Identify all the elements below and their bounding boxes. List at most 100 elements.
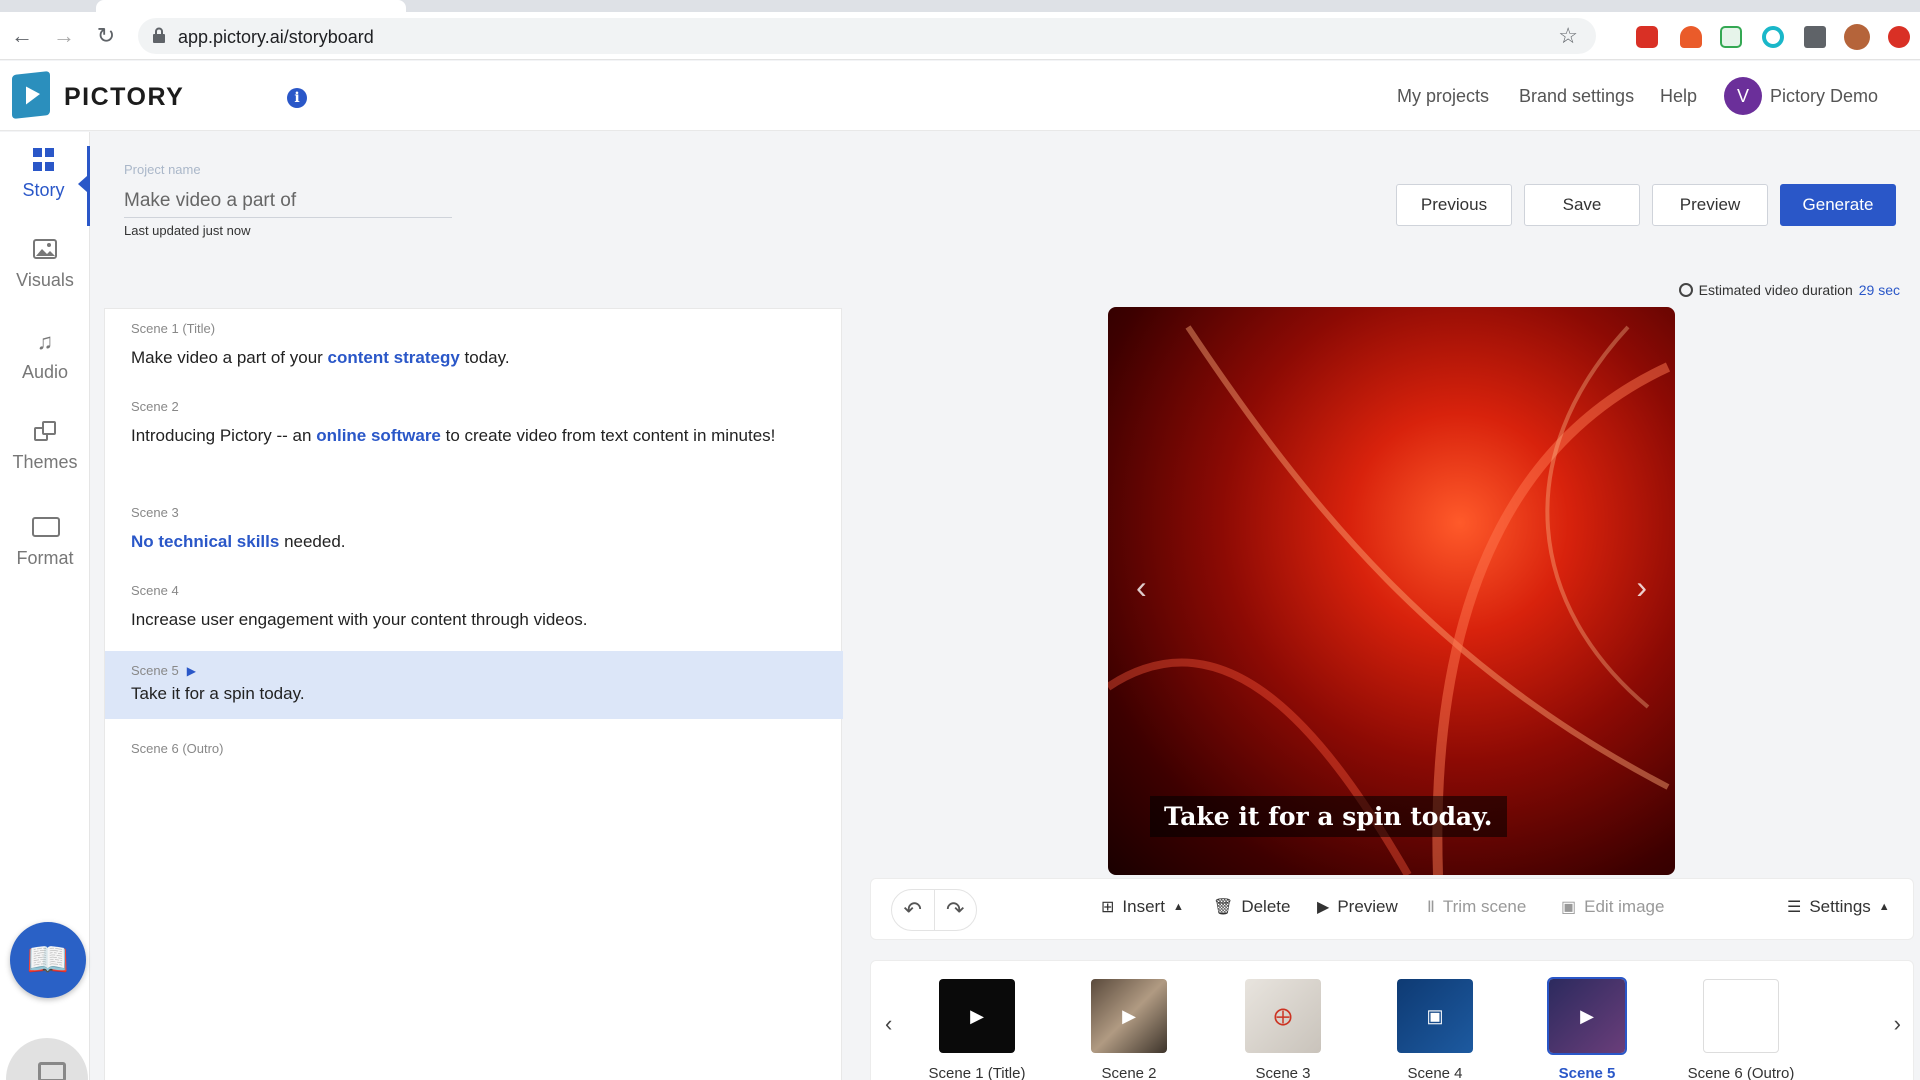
lock-icon [153,27,165,43]
help-link[interactable]: Help [1660,86,1697,107]
scene-thumbnail[interactable]: ⨁ [1245,979,1321,1053]
edit-image-label: Edit image [1584,897,1665,916]
scene-label: Scene 5 ▶ [131,663,817,678]
scene-3-block[interactable]: Scene 3 No technical skills needed. [105,493,843,568]
address-bar[interactable]: app.pictory.ai/storyboard ☆ [138,18,1596,54]
scene-label: Scene 3 [131,505,179,520]
sliders-icon: ☰ [1787,899,1802,916]
info-icon[interactable]: i [287,88,307,108]
extension-icon[interactable] [1636,26,1658,48]
insert-label: Insert [1122,897,1165,916]
scene-text[interactable]: Make video a part of your content strate… [131,344,817,372]
sidebar-item-story[interactable]: Story [0,146,90,226]
script-panel: Scene 1 (Title) Make video a part of you… [104,308,843,1080]
sidebar-item-format[interactable]: Format [0,516,90,596]
scene-text[interactable]: No technical skills needed. [131,528,817,556]
sidebar-item-label: Format [16,548,74,568]
reload-icon[interactable]: ↻ [92,22,120,50]
caret-up-icon: ▲ [1878,901,1890,913]
thumbnail-label: Scene 4 [1407,1065,1463,1080]
play-icon: ▶ [1122,1005,1136,1026]
scene-text-part: today. [459,348,510,367]
video-preview[interactable]: ‹ › Take it for a spin today. [1108,307,1675,875]
user-name[interactable]: Pictory Demo [1770,86,1878,107]
browser-toolbar: ← → ↻ app.pictory.ai/storyboard ☆ [0,12,1920,60]
project-name-field[interactable]: Make video a part of [124,190,452,218]
generate-button[interactable]: Generate [1780,184,1896,226]
delete-button[interactable]: 🗑 Delete [1213,897,1290,917]
edit-image-button[interactable]: ▣ Edit image [1561,897,1664,917]
trash-icon: 🗑 [1213,899,1234,916]
scene-text[interactable]: Take it for a spin today. [131,680,817,708]
sidebar-item-label: Audio [21,362,69,382]
sidebar-item-themes[interactable]: Themes [0,420,90,500]
profile-avatar[interactable] [1844,24,1870,50]
scene-5-block[interactable]: Scene 5 ▶ Take it for a spin today. [105,651,843,719]
timeline-prev-icon[interactable]: ‹ [885,1011,892,1037]
extension-icon[interactable] [1888,26,1910,48]
scene-thumbnail[interactable]: ▶ [939,979,1015,1053]
pictory-logo[interactable] [12,71,50,119]
extension-icon[interactable] [1720,26,1742,48]
scene-text[interactable]: Introducing Pictory -- an online softwar… [131,422,817,450]
scene-2-block[interactable]: Scene 2 Introducing Pictory -- an online… [105,387,843,462]
thumbnail-label: Scene 2 [1101,1065,1157,1080]
trim-scene-button[interactable]: Ⅱ Trim scene [1427,897,1526,917]
browser-tab[interactable] [96,0,406,12]
puzzle-icon[interactable] [1804,26,1826,48]
next-scene-arrow-icon[interactable]: › [1636,569,1647,606]
video-help-icon[interactable] [6,1038,88,1080]
format-icon [32,516,60,540]
save-button[interactable]: Save [1524,184,1640,226]
sidebar-item-visuals[interactable]: Visuals [0,238,90,318]
scene-thumbnail[interactable]: ▶ [1091,979,1167,1053]
redo-icon[interactable]: ↷ [935,890,977,930]
scene-6-block[interactable]: Scene 6 (Outro) [105,729,843,768]
bookmark-star-icon[interactable]: ☆ [1558,23,1578,49]
play-icon: ▶ [970,1005,984,1026]
back-icon[interactable]: ← [8,22,36,50]
keyword-highlight[interactable]: online software [316,426,441,445]
scene-thumbnail[interactable]: ▣ [1397,979,1473,1053]
delete-label: Delete [1241,897,1291,916]
scene-preview-button[interactable]: ▶ Preview [1317,897,1398,917]
scene-text-part: needed. [279,532,346,551]
edit-image-icon: ▣ [1561,899,1577,916]
extension-icon[interactable] [1762,26,1784,48]
scene-preview-label: Preview [1337,897,1398,916]
scene-thumbnail[interactable]: ▶ [1547,977,1627,1055]
plus-box-icon: ⊞ [1101,899,1115,916]
previous-button[interactable]: Previous [1396,184,1512,226]
brand-settings-link[interactable]: Brand settings [1519,86,1634,107]
themes-icon [32,420,58,444]
keyword-highlight[interactable]: content strategy [328,348,460,367]
scene-4-block[interactable]: Scene 4 Increase user engagement with yo… [105,571,843,646]
tutorial-book-icon[interactable]: 📖 [10,922,86,998]
forward-icon[interactable]: → [50,22,78,50]
screen-icon: ▣ [1426,1005,1444,1026]
sidebar-item-label: Visuals [16,270,74,290]
extension-icon[interactable] [1680,26,1702,48]
scene-text[interactable]: Increase user engagement with your conte… [131,606,817,634]
prev-scene-arrow-icon[interactable]: ‹ [1136,569,1147,606]
thumbnail-label: Scene 5 [1558,1065,1616,1080]
sidebar-item-audio[interactable]: ♫ Audio [0,330,90,410]
user-avatar[interactable]: V [1724,77,1762,115]
timeline-next-icon[interactable]: › [1894,1011,1901,1037]
scene-label: Scene 1 (Title) [131,321,216,336]
keyword-highlight[interactable]: No technical skills [131,532,279,551]
scene-label: Scene 4 [131,583,179,598]
scene-timeline: ‹ › ▶ Scene 1 (Title) ▶ Scene 2 ⨁ Scene … [870,960,1914,1080]
my-projects-link[interactable]: My projects [1397,86,1489,107]
play-icon[interactable]: ▶ [187,664,196,678]
scene-thumbnail[interactable] [1703,979,1779,1053]
scene-text-part: Make video a part of your [131,348,328,367]
scene-action-bar: ↶ ↷ ⊞ Insert ▲ 🗑 Delete ▶ Preview Ⅱ Trim scen… [870,878,1914,940]
grid-icon [33,148,54,172]
undo-icon[interactable]: ↶ [892,890,935,930]
scene-1-block[interactable]: Scene 1 (Title) Make video a part of you… [105,309,843,384]
insert-button[interactable]: ⊞ Insert ▲ [1101,897,1184,917]
preview-button[interactable]: Preview [1652,184,1768,226]
brand-name: PICTORY [64,83,185,111]
settings-button[interactable]: ☰ Settings ▲ [1787,897,1890,917]
